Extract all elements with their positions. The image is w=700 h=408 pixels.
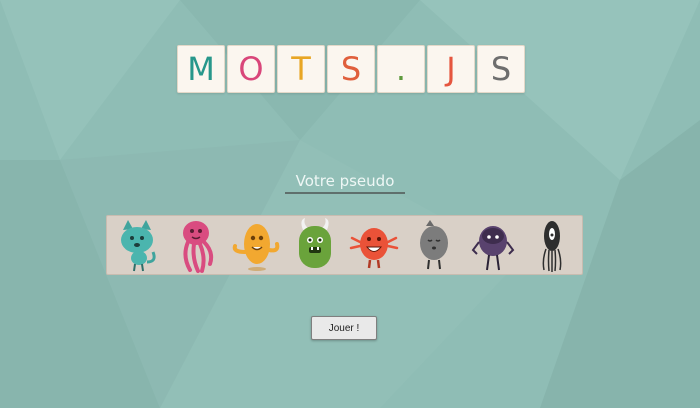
logo-letter: S: [490, 50, 512, 88]
green-horned-monster-icon: [298, 218, 331, 268]
logo-tile: S: [327, 45, 375, 93]
avatar-option[interactable]: [523, 216, 582, 274]
logo-tile: J: [427, 45, 475, 93]
logo-letter: O: [238, 50, 264, 88]
avatar-option[interactable]: [166, 216, 225, 274]
avatar-option[interactable]: [107, 216, 166, 274]
logo-tile: S: [477, 45, 525, 93]
purple-beetle-monster-icon: [471, 226, 515, 271]
avatar-picker: [106, 215, 583, 275]
logo-letter: J: [446, 50, 456, 88]
avatar-option[interactable]: [463, 216, 522, 274]
avatar-option[interactable]: [404, 216, 463, 274]
orange-blob-monster-icon: [233, 224, 280, 271]
avatar-option[interactable]: [285, 216, 344, 274]
red-spiky-monster-icon: [349, 228, 399, 269]
teal-cat-monster-icon: [120, 220, 156, 272]
logo-letter: .: [395, 50, 407, 88]
logo-letter: M: [187, 50, 215, 88]
black-squid-monster-icon: [542, 221, 562, 272]
avatar-option[interactable]: [226, 216, 285, 274]
pink-tentacle-monster-icon: [183, 221, 214, 273]
logo-letter: S: [340, 50, 362, 88]
logo-letter: T: [291, 50, 311, 88]
avatar-option[interactable]: [345, 216, 404, 274]
logo-tile: .: [377, 45, 425, 93]
play-button[interactable]: Jouer !: [311, 316, 377, 340]
pseudo-input[interactable]: [285, 170, 405, 194]
logo-tile: M: [177, 45, 225, 93]
mots-js-logo: M O T S . J S: [177, 45, 525, 93]
logo-tile: O: [227, 45, 275, 93]
gray-round-monster-icon: [419, 220, 448, 270]
logo-tile: T: [277, 45, 325, 93]
